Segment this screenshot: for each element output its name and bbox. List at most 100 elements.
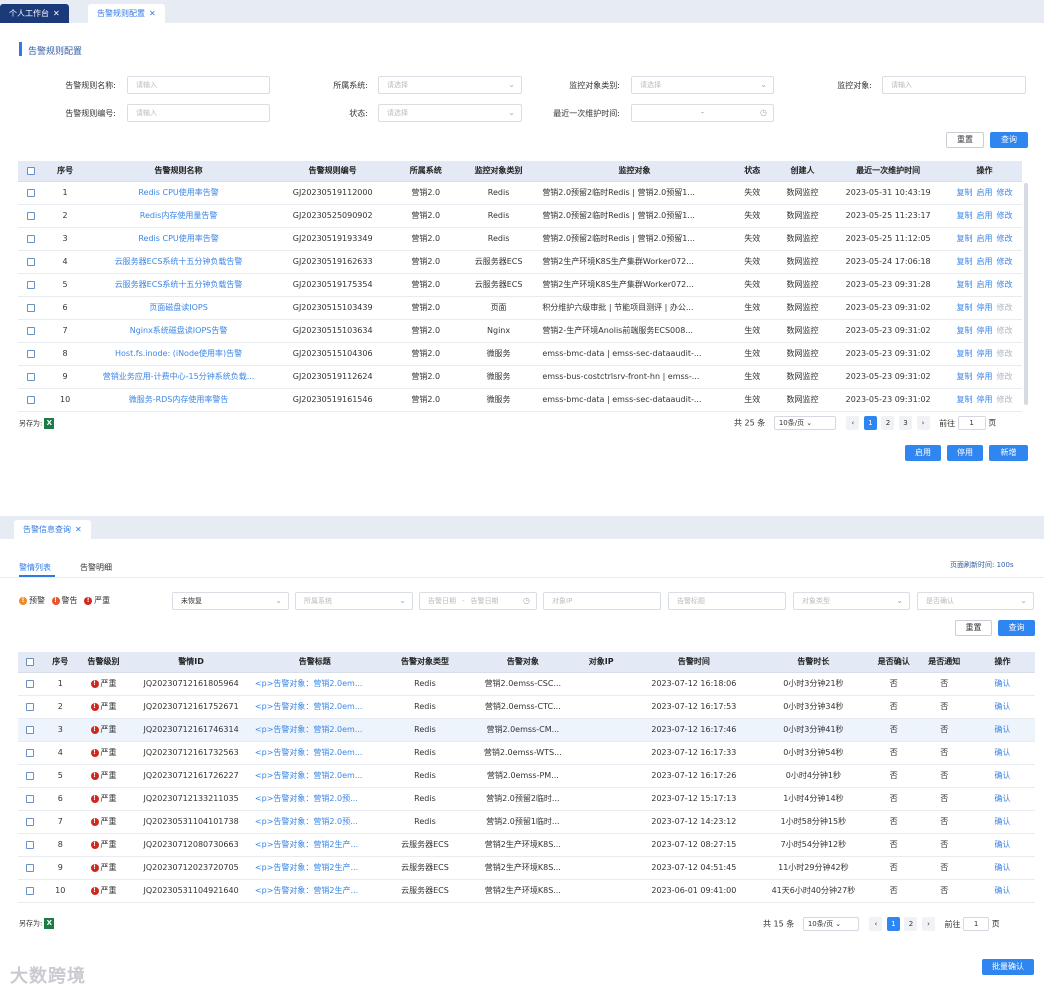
save-as[interactable]: 另存为: X — [19, 418, 55, 429]
checkbox[interactable] — [26, 326, 35, 335]
monitor-object-input[interactable]: 请输入 — [882, 76, 1026, 94]
checkbox[interactable] — [26, 211, 35, 220]
alarm-title-link[interactable]: <p>告警对象：营销2.0em... — [252, 718, 377, 742]
status-select[interactable]: 请选择 ⌄ — [378, 104, 522, 122]
op-link[interactable]: 启用 — [977, 188, 993, 197]
rule-name-link[interactable]: Redis CPU使用率告警 — [86, 227, 271, 251]
table-row[interactable]: 7! 严重 JQ20230531104101738 <p>告警对象：营销2.0预...… — [18, 810, 1035, 834]
op-link[interactable]: 停用 — [977, 372, 993, 381]
checkbox[interactable] — [26, 395, 35, 404]
add-button[interactable]: 新增 — [989, 445, 1028, 461]
batch-confirm-button[interactable]: 批量确认 — [982, 959, 1034, 975]
op-link[interactable]: 复制 — [957, 211, 973, 220]
rule-name-link[interactable]: 营销业务应用-计费中心-15分钟系统负载... — [86, 365, 271, 389]
checkbox[interactable] — [26, 280, 35, 289]
row-select[interactable] — [18, 319, 44, 343]
disable-button[interactable]: 停用 — [947, 445, 983, 461]
checkbox[interactable] — [26, 840, 35, 849]
confirm-link[interactable]: 确认 — [970, 879, 1035, 903]
op-link[interactable]: 修改 — [997, 349, 1013, 358]
table-row[interactable]: 2! 严重 JQ20230712161752671 <p>告警对象：营销2.0em..… — [18, 695, 1035, 719]
op-link[interactable]: 停用 — [977, 326, 993, 335]
table-row[interactable]: 5 云服务器ECS系统十五分钟负载告警 GJ20230519175354 营销2.0 云… — [18, 273, 1022, 297]
alarm-title-link[interactable]: <p>告警对象：营销2.0预... — [252, 787, 377, 811]
subtab-alarm-detail[interactable]: 告警明细 — [80, 562, 112, 573]
confirmed-select[interactable]: 是否确认 ⌄ — [917, 592, 1034, 610]
table-row[interactable]: 7 Nginx系统磁盘读IOPS告警 GJ20230515103634 营销2.0 Ng… — [18, 319, 1022, 343]
row-select[interactable] — [18, 273, 44, 297]
row-select[interactable] — [18, 718, 43, 742]
row-select[interactable] — [18, 856, 43, 880]
op-link[interactable]: 修改 — [997, 326, 1013, 335]
row-select[interactable] — [18, 787, 43, 811]
page-2[interactable]: 2 — [881, 416, 895, 430]
page-3[interactable]: 3 — [899, 416, 912, 430]
subtab-alarm-list[interactable]: 警情列表 — [19, 562, 51, 573]
op-link[interactable]: 修改 — [997, 257, 1013, 266]
op-link[interactable]: 修改 — [997, 234, 1013, 243]
table-row[interactable]: 8! 严重 JQ20230712080730663 <p>告警对象：营销2生产... 云… — [18, 833, 1035, 857]
rule-name-link[interactable]: 云服务器ECS系统十五分钟负载告警 — [86, 273, 271, 297]
alarm-title-link[interactable]: <p>告警对象：营销2.0em... — [252, 695, 377, 719]
close-icon[interactable]: ✕ — [75, 525, 82, 534]
alarm-title-link[interactable]: <p>告警对象：营销2生产... — [252, 879, 377, 903]
confirm-link[interactable]: 确认 — [970, 741, 1035, 765]
row-select[interactable] — [18, 672, 43, 696]
checkbox[interactable] — [26, 349, 35, 358]
confirm-link[interactable]: 确认 — [970, 764, 1035, 788]
query-button[interactable]: 查询 — [998, 620, 1035, 636]
object-type-select[interactable]: 请选择 ⌄ — [631, 76, 774, 94]
alarm-title-input[interactable]: 告警标题 — [668, 592, 786, 610]
op-link[interactable]: 启用 — [977, 234, 993, 243]
table-row[interactable]: 1 Redis CPU使用率告警 GJ20230519112000 营销2.0 Redi… — [18, 181, 1022, 205]
row-select[interactable] — [18, 250, 44, 274]
alarm-title-link[interactable]: <p>告警对象：营销2.0em... — [252, 741, 377, 765]
table-row[interactable]: 1! 严重 JQ20230712161805964 <p>告警对象：营销2.0em..… — [18, 672, 1035, 696]
rule-name-link[interactable]: 页面磁盘读IOPS — [86, 296, 271, 320]
table-row[interactable]: 9! 严重 JQ20230712023720705 <p>告警对象：营销2生产... 云… — [18, 856, 1035, 880]
tab-personal-workbench[interactable]: 个人工作台 ✕ — [0, 4, 69, 23]
checkbox[interactable] — [26, 257, 35, 266]
table-row[interactable]: 6! 严重 JQ20230712133211035 <p>告警对象：营销2.0预...… — [18, 787, 1035, 811]
row-select[interactable] — [18, 388, 44, 412]
row-select[interactable] — [18, 227, 44, 251]
op-link[interactable]: 启用 — [977, 211, 993, 220]
alarm-title-link[interactable]: <p>告警对象：营销2生产... — [252, 833, 377, 857]
row-select[interactable] — [18, 741, 43, 765]
excel-icon[interactable]: X — [44, 418, 55, 429]
table-row[interactable]: 3 Redis CPU使用率告警 GJ20230519193349 营销2.0 Redi… — [18, 227, 1022, 251]
row-select[interactable] — [18, 695, 43, 719]
confirm-link[interactable]: 确认 — [970, 718, 1035, 742]
op-link[interactable]: 复制 — [957, 188, 973, 197]
table-row[interactable]: 2 Redis内存使用量告警 GJ20230525090902 营销2.0 Redis 营… — [18, 204, 1022, 228]
reset-button[interactable]: 重置 — [946, 132, 984, 148]
op-link[interactable]: 复制 — [957, 372, 973, 381]
rule-name-link[interactable]: Redis CPU使用率告警 — [86, 181, 271, 205]
alarm-date-range[interactable]: 告警日期 - 告警日期 ◷ — [419, 592, 537, 610]
system-select[interactable]: 请选择 ⌄ — [378, 76, 522, 94]
rule-name-link[interactable]: Host.fs.inode: (iNode使用率)告警 — [86, 342, 271, 366]
confirm-link[interactable]: 确认 — [970, 856, 1035, 880]
op-link[interactable]: 启用 — [977, 257, 993, 266]
close-icon[interactable]: ✕ — [149, 9, 156, 18]
checkbox[interactable] — [26, 725, 35, 734]
op-link[interactable]: 修改 — [997, 372, 1013, 381]
confirm-link[interactable]: 确认 — [970, 672, 1035, 696]
rule-code-input[interactable]: 请输入 — [127, 104, 270, 122]
row-select[interactable] — [18, 296, 44, 320]
confirm-link[interactable]: 确认 — [970, 833, 1035, 857]
checkbox[interactable] — [26, 166, 35, 175]
table-row[interactable]: 10 微服务-RDS内存使用率警告 GJ20230519161546 营销2.0 微服务… — [18, 388, 1022, 412]
alarm-title-link[interactable]: <p>告警对象：营销2生产... — [252, 856, 377, 880]
table-row[interactable]: 8 Host.fs.inode: (iNode使用率)告警 GJ2023051510… — [18, 342, 1022, 366]
checkbox[interactable] — [26, 303, 35, 312]
alarm-title-link[interactable]: <p>告警对象：营销2.0预... — [252, 810, 377, 834]
op-link[interactable]: 复制 — [957, 280, 973, 289]
next-page-icon[interactable]: › — [916, 416, 930, 430]
checkbox[interactable] — [26, 794, 35, 803]
next-page-icon[interactable]: › — [922, 917, 935, 931]
row-select[interactable] — [18, 833, 43, 857]
row-select[interactable] — [18, 204, 44, 228]
page-1[interactable]: 1 — [863, 416, 877, 430]
table-row[interactable]: 9 营销业务应用-计费中心-15分钟系统负载... GJ20230519112624… — [18, 365, 1022, 389]
